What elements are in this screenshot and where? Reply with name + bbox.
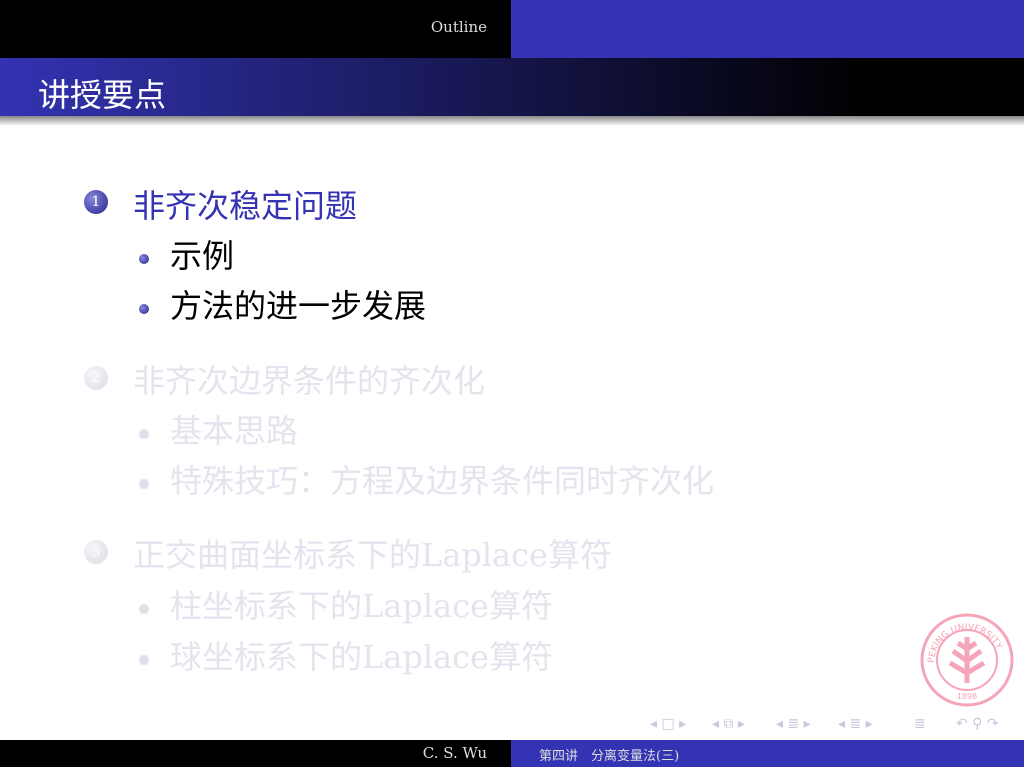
subsection-2-1[interactable]: 基本思路	[170, 406, 298, 452]
nav-toc[interactable]: ≣	[914, 716, 926, 732]
bullet-icon	[139, 604, 149, 614]
subsection-1-2[interactable]: 方法的进一步发展	[170, 281, 426, 327]
header-left: Outline	[0, 0, 511, 58]
bullet-icon	[139, 429, 149, 439]
subsection-1-1[interactable]: 示例	[170, 231, 234, 277]
section-number-1: 1	[84, 190, 108, 214]
header-section-link[interactable]: Outline	[431, 18, 487, 36]
nav-frame[interactable]: ◂ □ ▸	[650, 716, 686, 732]
section-number-3: 3	[84, 540, 108, 564]
footer-author: C. S. Wu	[422, 744, 487, 762]
bullet-icon	[139, 254, 149, 264]
section-2-title[interactable]: 非齐次边界条件的齐次化	[133, 356, 485, 402]
bullet-icon	[139, 479, 149, 489]
bullet-icon	[139, 655, 149, 665]
nav-subsection-2[interactable]: ◂ ≣ ▸	[838, 716, 873, 732]
footer-right: 第四讲 分离变量法(三)	[511, 740, 1024, 767]
nav-controls[interactable]: ↶ ⚲ ↷	[956, 716, 999, 732]
title-shadow	[0, 116, 1024, 126]
university-logo: PEKING UNIVERSITY 1898	[920, 613, 1014, 707]
header-right	[511, 0, 1024, 58]
section-3-title[interactable]: 正交曲面坐标系下的Laplace算符	[133, 530, 612, 576]
subsection-2-2[interactable]: 特殊技巧：方程及边界条件同时齐次化	[170, 456, 714, 502]
svg-text:1898: 1898	[957, 692, 977, 701]
footer-left: C. S. Wu	[0, 740, 511, 767]
subsection-3-1[interactable]: 柱坐标系下的Laplace算符	[170, 581, 553, 627]
section-1-title[interactable]: 非齐次稳定问题	[133, 181, 357, 227]
nav-subsection[interactable]: ◂ ⧉ ▸	[712, 716, 745, 732]
frame-title: 讲授要点	[38, 76, 167, 114]
footer-lecture-title: 第四讲 分离变量法(三)	[539, 749, 680, 764]
subsection-3-2[interactable]: 球坐标系下的Laplace算符	[170, 632, 553, 678]
nav-section[interactable]: ◂ ≣ ▸	[776, 716, 811, 732]
section-number-2: 2	[84, 366, 108, 390]
bullet-icon	[139, 304, 149, 314]
